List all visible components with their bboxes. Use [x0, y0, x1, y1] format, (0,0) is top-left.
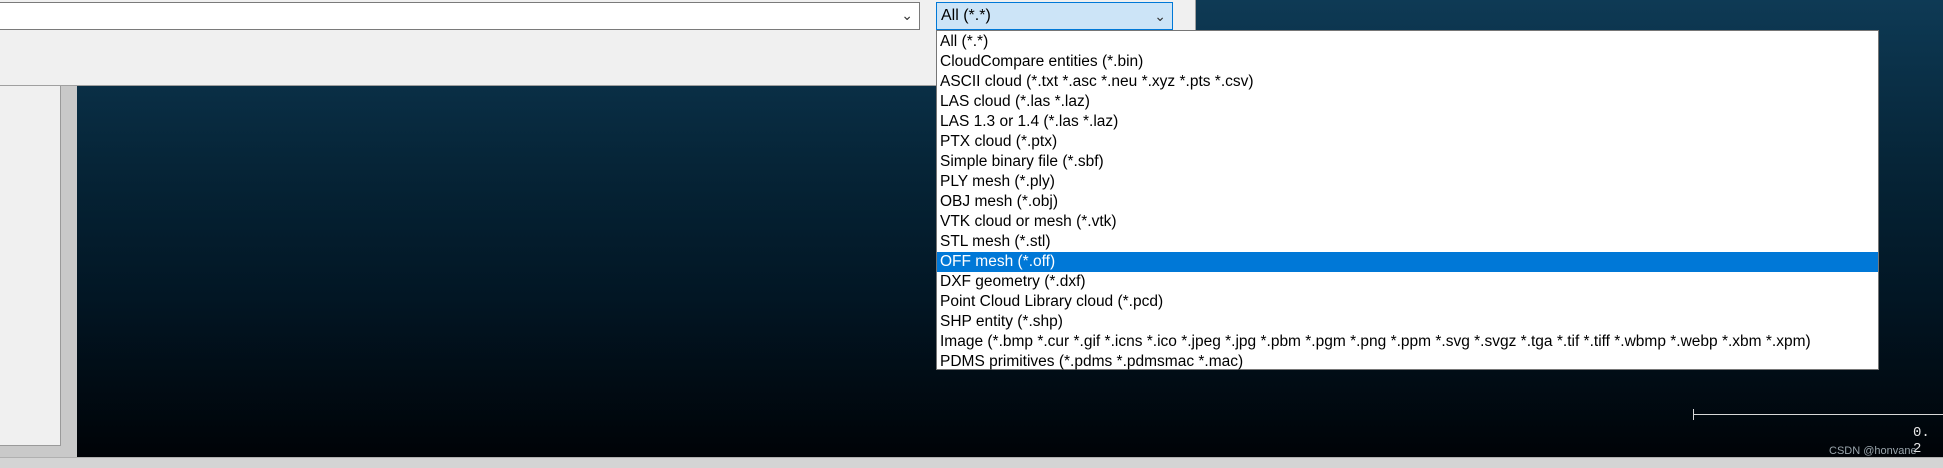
- file-type-option[interactable]: LAS 1.3 or 1.4 (*.las *.laz): [937, 112, 1878, 132]
- status-bar: [0, 457, 1943, 468]
- file-type-option[interactable]: OBJ mesh (*.obj): [937, 192, 1878, 212]
- file-type-option[interactable]: CloudCompare entities (*.bin): [937, 52, 1878, 72]
- watermark: CSDN @honvane: [1829, 445, 1917, 457]
- file-type-option[interactable]: ASCII cloud (*.txt *.asc *.neu *.xyz *.p…: [937, 72, 1878, 92]
- chevron-down-icon[interactable]: ⌄: [901, 7, 913, 24]
- file-type-option[interactable]: SHP entity (*.shp): [937, 312, 1878, 332]
- file-type-option[interactable]: DXF geometry (*.dxf): [937, 272, 1878, 292]
- file-type-option[interactable]: Image (*.bmp *.cur *.gif *.icns *.ico *.…: [937, 332, 1878, 352]
- file-type-option[interactable]: PLY mesh (*.ply): [937, 172, 1878, 192]
- scale-bar-label: 0. 2: [1913, 425, 1930, 457]
- file-type-option-highlighted[interactable]: OFF mesh (*.off): [937, 252, 1878, 272]
- file-type-option[interactable]: Simple binary file (*.sbf): [937, 152, 1878, 172]
- file-type-option[interactable]: All (*.*): [937, 32, 1878, 52]
- file-type-option[interactable]: STL mesh (*.stl): [937, 232, 1878, 252]
- file-type-filter-value: All (*.*): [941, 7, 991, 24]
- file-type-option[interactable]: PDMS primitives (*.pdms *.pdmsmac *.mac): [937, 352, 1878, 372]
- chevron-down-icon[interactable]: ⌄: [1154, 3, 1166, 29]
- file-type-option[interactable]: LAS cloud (*.las *.laz): [937, 92, 1878, 112]
- file-type-option[interactable]: Point Cloud Library cloud (*.pcd): [937, 292, 1878, 312]
- filename-combo[interactable]: ⌄: [0, 2, 920, 30]
- file-type-option[interactable]: PTX cloud (*.ptx): [937, 132, 1878, 152]
- file-type-option[interactable]: VTK cloud or mesh (*.vtk): [937, 212, 1878, 232]
- file-type-dropdown-list: All (*.*) CloudCompare entities (*.bin) …: [936, 30, 1879, 370]
- file-type-filter-combo[interactable]: All (*.*) ⌄: [936, 2, 1173, 30]
- scale-bar: [1693, 414, 1943, 415]
